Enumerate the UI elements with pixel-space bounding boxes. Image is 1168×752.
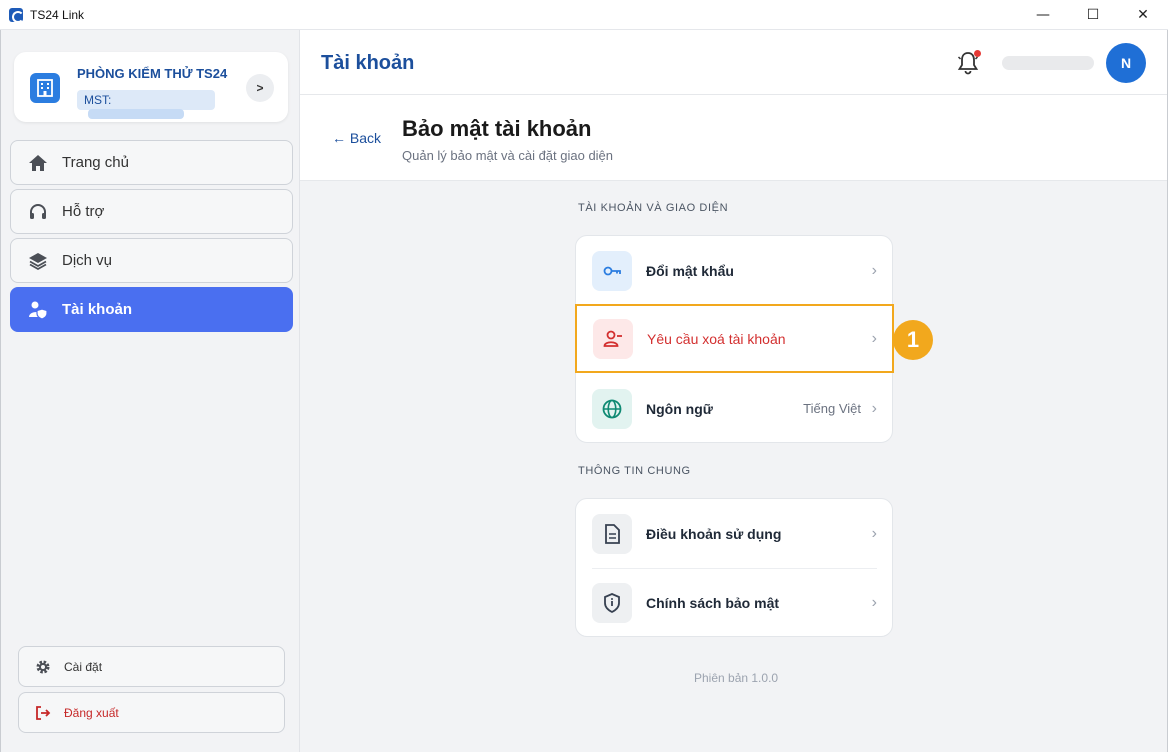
maximize-button[interactable]: ☐ [1068, 0, 1118, 30]
close-button[interactable]: ✕ [1118, 0, 1168, 30]
avatar[interactable]: N [1106, 43, 1146, 83]
page-header: Tài khoản N [300, 30, 1167, 95]
organization-name: PHÒNG KIỂM THỬ TS24 [77, 66, 228, 81]
sidebar-item-support[interactable]: Hỗ trợ [10, 189, 293, 234]
sidebar-item-services[interactable]: Dịch vụ [10, 238, 293, 283]
sidebar-item-label: Trang chủ [62, 154, 129, 171]
privacy-policy-row[interactable]: Chính sách bảo mật › [576, 568, 892, 637]
logout-icon [34, 704, 52, 722]
delete-account-row[interactable]: Yêu cầu xoá tài khoản › [575, 304, 894, 373]
settings-label: Cài đặt [64, 659, 103, 674]
privacy-policy-label: Chính sách bảo mật [646, 594, 780, 611]
sidebar-item-home[interactable]: Trang chủ [10, 140, 293, 185]
change-password-label: Đổi mật khẩu [646, 262, 734, 279]
language-value: Tiếng Việt [803, 401, 861, 416]
account-settings-card: Đổi mật khẩu › Yêu cầu xoá tài khoản › N… [575, 235, 894, 443]
logout-button[interactable]: Đăng xuất [18, 692, 285, 733]
language-label: Ngôn ngữ [646, 400, 713, 417]
app-logo-icon [9, 7, 24, 23]
user-remove-icon [593, 318, 633, 359]
page-title: Bảo mật tài khoản [402, 116, 592, 141]
step-badge: 1 [893, 320, 933, 360]
page-subtitle: Quản lý bảo mật và cài đặt giao diện [402, 148, 614, 163]
organization-tax-id: MST: [77, 90, 215, 119]
terms-of-use-row[interactable]: Điều khoản sử dụng › [576, 499, 892, 568]
chevron-right-icon: › [871, 593, 877, 611]
section-label-general: THÔNG TIN CHUNG [578, 465, 691, 477]
chevron-right-icon: › [871, 261, 877, 279]
sidebar-item-label: Tài khoản [62, 301, 133, 318]
sidebar-item-label: Dịch vụ [62, 252, 113, 269]
chevron-right-icon: › [871, 399, 877, 417]
app-version: Phiên bản 1.0.0 [694, 671, 779, 685]
home-icon [27, 152, 49, 174]
language-row[interactable]: Ngôn ngữ Tiếng Việt › [576, 374, 892, 443]
window-title: TS24 Link [30, 7, 85, 22]
organization-card[interactable]: PHÒNG KIỂM THỬ TS24 MST: > [14, 52, 288, 122]
headset-icon [27, 201, 49, 223]
window-controls: — ☐ ✕ [1018, 0, 1168, 30]
chevron-right-icon: › [871, 329, 877, 347]
minimize-button[interactable]: — [1018, 0, 1068, 30]
user-shield-icon [27, 299, 49, 321]
page-subheader: ← Back Bảo mật tài khoản Quản lý bảo mật… [300, 95, 1167, 181]
organization-expand-button[interactable]: > [246, 74, 274, 102]
settings-button[interactable]: Cài đặt [18, 646, 285, 687]
layers-icon [27, 250, 49, 272]
general-info-card: Điều khoản sử dụng › Chính sách bảo mật … [575, 498, 893, 637]
key-icon [592, 250, 632, 291]
building-icon [30, 73, 60, 103]
section-label-account: TÀI KHOẢN VÀ GIAO DIỆN [578, 202, 729, 214]
title-bar: TS24 Link — ☐ ✕ [0, 0, 1168, 30]
notification-badge [974, 50, 981, 57]
sidebar-item-account[interactable]: Tài khoản [10, 287, 293, 332]
delete-account-label: Yêu cầu xoá tài khoản [647, 330, 786, 347]
shield-icon [592, 582, 632, 623]
user-name [1002, 56, 1094, 70]
chevron-right-icon: › [871, 524, 877, 542]
main-content: Tài khoản N ← Back Bảo mật tài khoản Quả… [300, 30, 1168, 752]
sidebar: PHÒNG KIỂM THỬ TS24 MST: > Trang chủ Hỗ … [0, 30, 300, 752]
logout-label: Đăng xuất [64, 705, 119, 720]
document-icon [592, 513, 632, 554]
change-password-row[interactable]: Đổi mật khẩu › [576, 236, 892, 305]
back-button[interactable]: ← Back [332, 130, 381, 146]
header-title: Tài khoản [321, 52, 415, 74]
sidebar-item-label: Hỗ trợ [62, 203, 105, 220]
globe-icon [592, 388, 632, 429]
terms-of-use-label: Điều khoản sử dụng [646, 525, 782, 542]
gear-icon [34, 658, 52, 676]
